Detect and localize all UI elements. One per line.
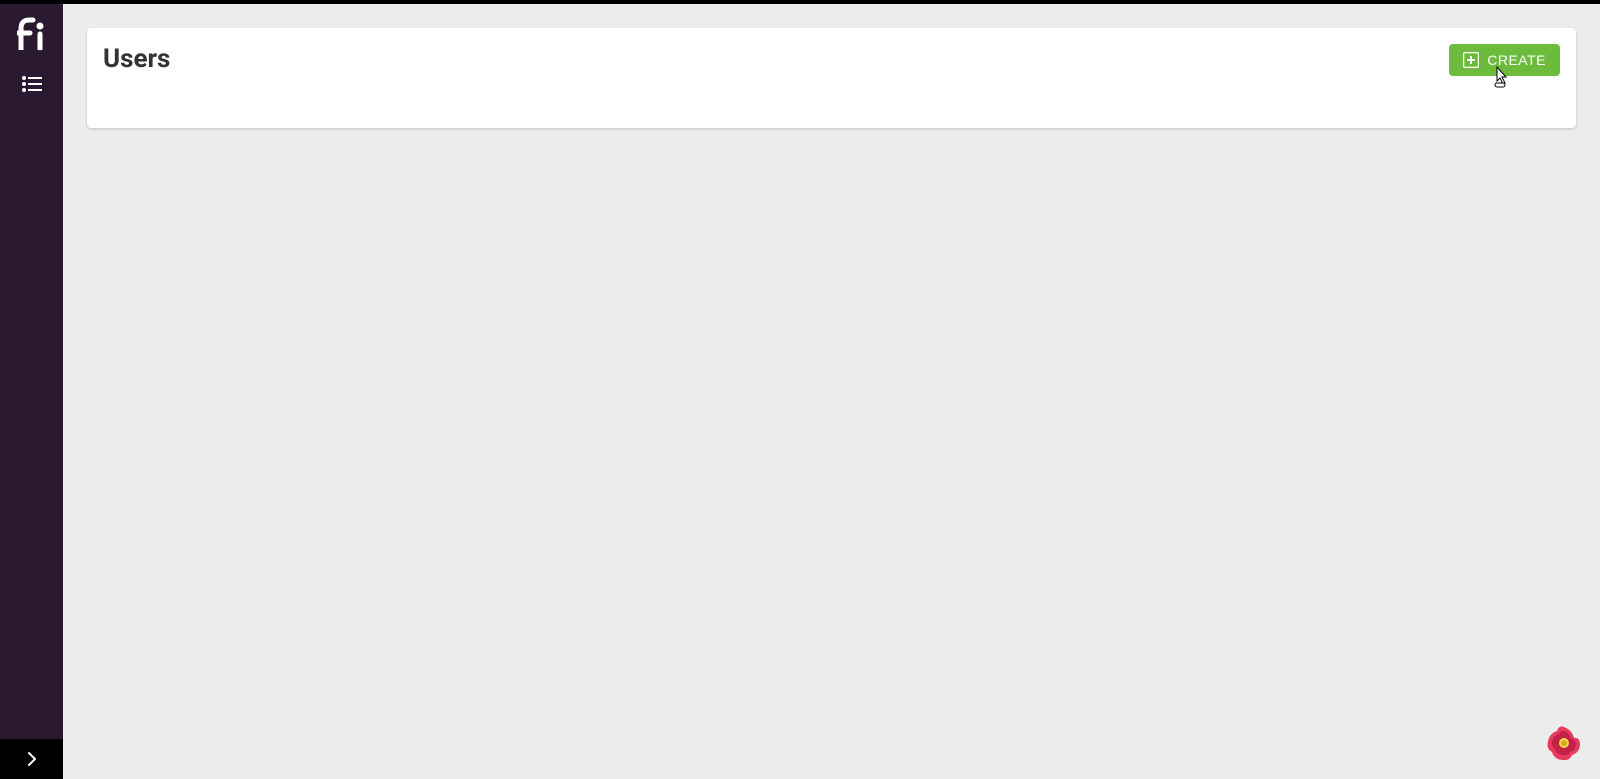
flower-atom-icon xyxy=(1545,724,1583,762)
sidebar-expand-button[interactable] xyxy=(0,739,63,779)
users-card: Users CREATE xyxy=(87,28,1576,128)
page-title: Users xyxy=(103,44,170,74)
plus-box-icon xyxy=(1463,52,1479,68)
card-header: Users CREATE xyxy=(103,44,1560,76)
chevron-right-icon xyxy=(27,751,37,767)
logo-icon xyxy=(17,16,47,50)
app-logo[interactable] xyxy=(0,4,63,62)
app-container: Users CREATE xyxy=(0,4,1600,779)
list-icon xyxy=(22,76,42,92)
sidebar-item-list[interactable] xyxy=(0,62,63,106)
react-query-devtools-badge[interactable] xyxy=(1544,723,1584,763)
create-button-label: CREATE xyxy=(1487,52,1546,68)
sidebar xyxy=(0,4,63,779)
main-content: Users CREATE xyxy=(63,4,1600,779)
create-button[interactable]: CREATE xyxy=(1449,44,1560,76)
